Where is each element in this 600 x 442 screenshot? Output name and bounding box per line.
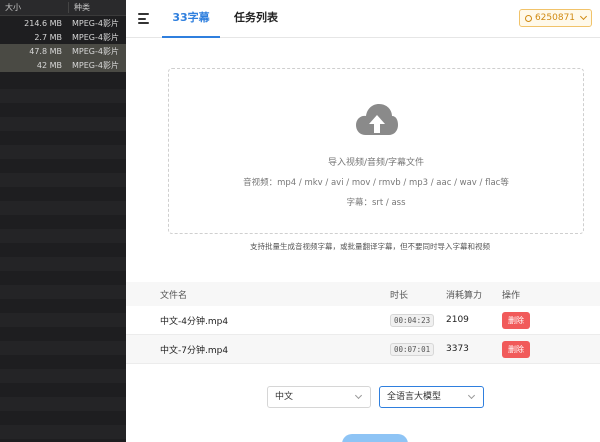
finder-header: 大小 种类 <box>0 0 126 16</box>
col-cost: 消耗算力 <box>446 290 483 301</box>
model-value: 全语言大模型 <box>387 392 442 402</box>
finder-kind: MPEG-4影片 <box>72 18 119 28</box>
finder-kind: MPEG-4影片 <box>72 60 119 70</box>
col-duration: 时长 <box>390 290 409 301</box>
duration-badge: 00:07:01 <box>390 342 435 356</box>
finder-size: 42 MB <box>36 60 62 70</box>
account-button[interactable]: 6250871 <box>519 9 592 27</box>
col-filename: 文件名 <box>160 290 188 301</box>
finder-row[interactable]: 42 MB MPEG-4影片 <box>0 58 126 72</box>
cost-value: 2109 <box>446 315 469 325</box>
delete-button[interactable]: 删除 <box>502 340 530 358</box>
account-id: 6250871 <box>534 13 576 23</box>
file-dropzone[interactable]: 导入视频/音频/字幕文件 音视频：mp4 / mkv / avi / mov /… <box>168 68 584 234</box>
model-select[interactable]: 全语言大模型 <box>379 386 484 408</box>
finder-col-kind[interactable]: 种类 <box>68 2 90 13</box>
finder-size: 214.6 MB <box>24 18 62 28</box>
chevron-down-icon <box>467 391 476 400</box>
start-button[interactable] <box>342 434 408 442</box>
coin-icon <box>524 14 532 22</box>
chevron-down-icon <box>354 391 363 400</box>
language-value: 中文 <box>275 392 294 402</box>
finder-row[interactable]: 214.6 MB MPEG-4影片 <box>0 16 126 30</box>
finder-col-size[interactable]: 大小 <box>0 2 68 13</box>
finder-size: 47.8 MB <box>29 46 62 56</box>
supported-av-formats: 音视频：mp4 / mkv / avi / mov / rmvb / mp3 /… <box>243 178 509 188</box>
finder-kind: MPEG-4影片 <box>72 32 119 42</box>
file-name: 中文-7分钟.mp4 <box>160 345 229 356</box>
tab-subtitles[interactable]: 33字幕 <box>162 0 220 38</box>
finder-empty-rows <box>0 75 126 442</box>
top-bar: 33字幕 任务列表 6250871 <box>126 0 600 38</box>
duration-badge: 00:04:23 <box>390 313 435 327</box>
delete-button[interactable]: 删除 <box>502 311 530 329</box>
finder-size: 2.7 MB <box>34 32 62 42</box>
chevron-down-icon <box>580 12 588 21</box>
file-table: 文件名 时长 消耗算力 操作 中文-4分钟.mp4 00:04:23 2109 … <box>126 282 600 364</box>
menu-icon[interactable] <box>138 13 149 24</box>
tab-task-list[interactable]: 任务列表 <box>234 0 278 38</box>
finder-row[interactable]: 47.8 MB MPEG-4影片 <box>0 44 126 58</box>
supported-subtitle-formats: 字幕：srt / ass <box>346 198 406 208</box>
finder-row[interactable]: 2.7 MB MPEG-4影片 <box>0 30 126 44</box>
col-action: 操作 <box>502 290 521 301</box>
table-row: 中文-7分钟.mp4 00:07:01 3373 删除 <box>126 335 600 364</box>
cost-value: 3373 <box>446 344 469 354</box>
batch-hint: 支持批量生成音视频字幕，或批量翻译字幕，但不要同时导入字幕和视频 <box>250 242 490 251</box>
language-select[interactable]: 中文 <box>267 386 371 408</box>
table-row: 中文-4分钟.mp4 00:04:23 2109 删除 <box>126 306 600 335</box>
cloud-upload-icon <box>356 104 398 135</box>
file-name: 中文-4分钟.mp4 <box>160 316 229 327</box>
table-header: 文件名 时长 消耗算力 操作 <box>126 282 600 306</box>
subtitle-app: 33字幕 任务列表 6250871 导入视频/音频/字幕文件 音视频：mp4 /… <box>126 0 600 442</box>
finder-kind: MPEG-4影片 <box>72 46 119 56</box>
finder-panel: 大小 种类 214.6 MB MPEG-4影片 2.7 MB MPEG-4影片 … <box>0 0 126 442</box>
dropzone-title: 导入视频/音频/字幕文件 <box>327 158 425 168</box>
